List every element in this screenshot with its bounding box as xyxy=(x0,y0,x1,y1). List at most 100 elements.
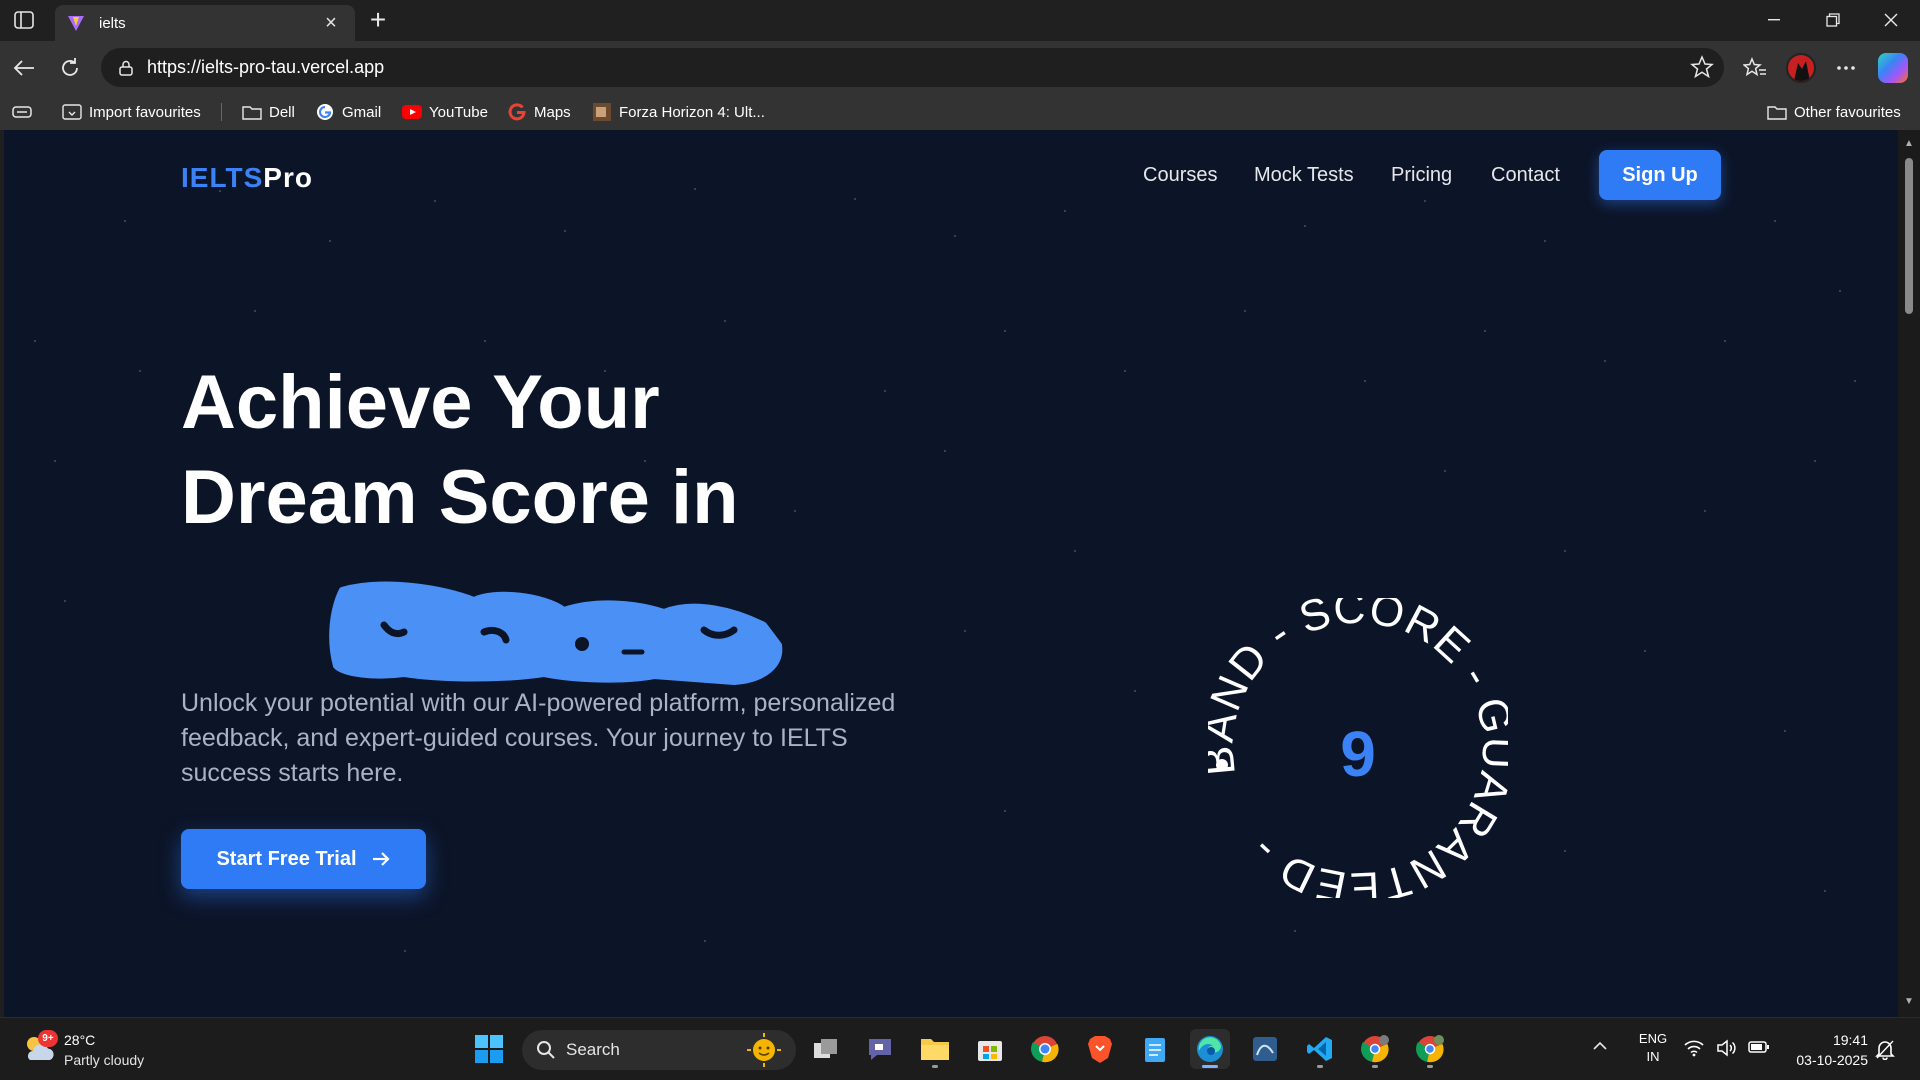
weather-notification-badge: 9+ xyxy=(38,1030,58,1047)
back-icon[interactable] xyxy=(8,52,40,84)
battery-icon[interactable] xyxy=(1748,1039,1770,1062)
wifi-icon[interactable] xyxy=(1684,1039,1704,1062)
edge-icon[interactable] xyxy=(1190,1029,1230,1069)
clock-time: 19:41 xyxy=(1832,1032,1868,1048)
scroll-down-icon[interactable]: ▼ xyxy=(1903,996,1915,1008)
browser-tab[interactable]: ielts × xyxy=(55,5,355,41)
favourites-divider xyxy=(221,103,222,121)
chevron-up-icon[interactable] xyxy=(1592,1038,1608,1056)
brave-icon[interactable] xyxy=(1080,1029,1120,1069)
language-indicator[interactable]: ENG IN xyxy=(1636,1030,1670,1066)
file-explorer-icon[interactable] xyxy=(915,1029,955,1069)
favourite-label: Maps xyxy=(534,103,571,121)
favourite-import[interactable]: Import favourites xyxy=(62,94,201,130)
folder-icon xyxy=(242,102,262,122)
more-icon[interactable] xyxy=(1830,52,1862,84)
microsoft-store-icon[interactable] xyxy=(970,1029,1010,1069)
favourite-dell[interactable]: Dell xyxy=(242,94,295,130)
google-icon xyxy=(315,102,335,122)
google-icon xyxy=(507,102,527,122)
browser-toolbar: https://ielts-pro-tau.vercel.app xyxy=(0,41,1920,94)
system-tray[interactable] xyxy=(1684,1039,1770,1062)
hero-subtext: Unlock your potential with our AI-powere… xyxy=(181,689,896,787)
hero-headline-line-1: Achieve Your xyxy=(181,360,660,445)
scroll-up-icon[interactable]: ▲ xyxy=(1903,138,1915,150)
other-favourites-label: Other favourites xyxy=(1794,103,1901,121)
running-indicator xyxy=(1427,1065,1433,1068)
favourite-forza[interactable]: Forza Horizon 4: Ult... xyxy=(592,94,765,130)
running-indicator xyxy=(1372,1065,1378,1068)
star-icon[interactable] xyxy=(1690,55,1714,84)
logo-ielts: IELTS xyxy=(181,162,264,193)
cta-label: Start Free Trial xyxy=(216,847,357,870)
teams-chat-icon[interactable] xyxy=(860,1029,900,1069)
web-page: IELTSPro Courses Mock Tests Pricing Cont… xyxy=(4,130,1898,1017)
profile-avatar[interactable] xyxy=(1786,53,1816,83)
youtube-icon xyxy=(402,102,422,122)
notepad-icon[interactable] xyxy=(1135,1029,1175,1069)
clock-date: 03-10-2025 xyxy=(1796,1052,1868,1068)
taskbar-search-box[interactable]: Search xyxy=(522,1030,796,1070)
active-indicator xyxy=(1202,1065,1218,1068)
sign-up-button[interactable]: Sign Up xyxy=(1599,150,1721,200)
vscode-icon[interactable] xyxy=(1300,1029,1340,1069)
collections-icon[interactable] xyxy=(12,94,32,130)
chrome-profile-icon[interactable] xyxy=(1355,1029,1395,1069)
url-text: https://ielts-pro-tau.vercel.app xyxy=(147,57,385,77)
favourite-maps[interactable]: Maps xyxy=(507,94,571,130)
favourite-label: Forza Horizon 4: Ult... xyxy=(619,103,765,121)
browser-tab-bar: ielts × + xyxy=(0,0,1920,41)
site-info-icon[interactable] xyxy=(115,59,137,77)
game-thumbnail-icon xyxy=(592,102,612,122)
region-code: IN xyxy=(1646,1049,1660,1064)
volume-icon[interactable] xyxy=(1716,1039,1736,1062)
scrollbar-thumb[interactable] xyxy=(1905,158,1913,314)
page-scrollbar[interactable]: ▲ ▼ xyxy=(1898,130,1920,1017)
folder-icon xyxy=(1767,102,1787,122)
nav-mock-tests[interactable]: Mock Tests xyxy=(1254,164,1354,187)
site-logo[interactable]: IELTSPro xyxy=(181,162,313,194)
favourite-label: Gmail xyxy=(342,103,382,121)
close-icon[interactable]: × xyxy=(319,12,343,35)
running-indicator xyxy=(932,1065,938,1068)
window-close-icon[interactable] xyxy=(1868,4,1914,36)
arrow-right-icon xyxy=(371,850,391,868)
nav-pricing[interactable]: Pricing xyxy=(1391,164,1452,187)
chrome-profile-icon[interactable] xyxy=(1410,1029,1450,1069)
favourite-label: Import favourites xyxy=(89,103,201,121)
clock[interactable]: 19:41 03-10-2025 xyxy=(1780,1030,1868,1070)
nav-contact[interactable]: Contact xyxy=(1491,164,1560,187)
nav-courses[interactable]: Courses xyxy=(1143,164,1217,187)
plus-icon[interactable]: + xyxy=(363,6,393,36)
favourite-label: Dell xyxy=(269,103,295,121)
favourite-gmail[interactable]: Gmail xyxy=(315,94,381,130)
running-indicator xyxy=(1317,1065,1323,1068)
chrome-icon[interactable] xyxy=(1025,1029,1065,1069)
task-view-icon[interactable] xyxy=(806,1029,846,1069)
minimize-icon[interactable] xyxy=(1751,4,1797,36)
bell-icon[interactable] xyxy=(1875,1038,1895,1065)
search-icon xyxy=(536,1040,556,1060)
sidebar-toggle-icon[interactable] xyxy=(10,8,38,32)
weather-description[interactable]: Partly cloudy xyxy=(64,1052,144,1068)
tab-title: ielts xyxy=(99,14,126,32)
favourites-icon[interactable] xyxy=(1739,52,1771,84)
badge-dot xyxy=(1216,759,1228,771)
scribbled-word-graphic xyxy=(329,581,783,685)
windows-taskbar: 9+ 28°C Partly cloudy Search ENG IN 19:4… xyxy=(0,1017,1920,1080)
weather-temperature[interactable]: 28°C xyxy=(64,1032,95,1048)
restore-icon[interactable] xyxy=(1810,4,1856,36)
copilot-icon[interactable] xyxy=(1878,53,1908,83)
hero-headline-line-2: Dream Score in xyxy=(181,455,739,540)
vite-favicon-icon xyxy=(67,14,85,32)
favourite-youtube[interactable]: YouTube xyxy=(402,94,488,130)
search-label: Search xyxy=(566,1040,620,1059)
windows-start-icon[interactable] xyxy=(469,1029,509,1069)
logo-pro: Pro xyxy=(263,162,313,193)
other-favourites[interactable]: Other favourites xyxy=(1767,94,1901,130)
refresh-icon[interactable] xyxy=(54,52,86,84)
start-free-trial-button[interactable]: Start Free Trial xyxy=(181,829,426,889)
mysql-workbench-icon[interactable] xyxy=(1245,1029,1285,1069)
band-score-badge: BAND - SCORE - GUARANTEED - 9 xyxy=(1208,598,1508,898)
address-bar[interactable]: https://ielts-pro-tau.vercel.app xyxy=(101,48,1724,87)
